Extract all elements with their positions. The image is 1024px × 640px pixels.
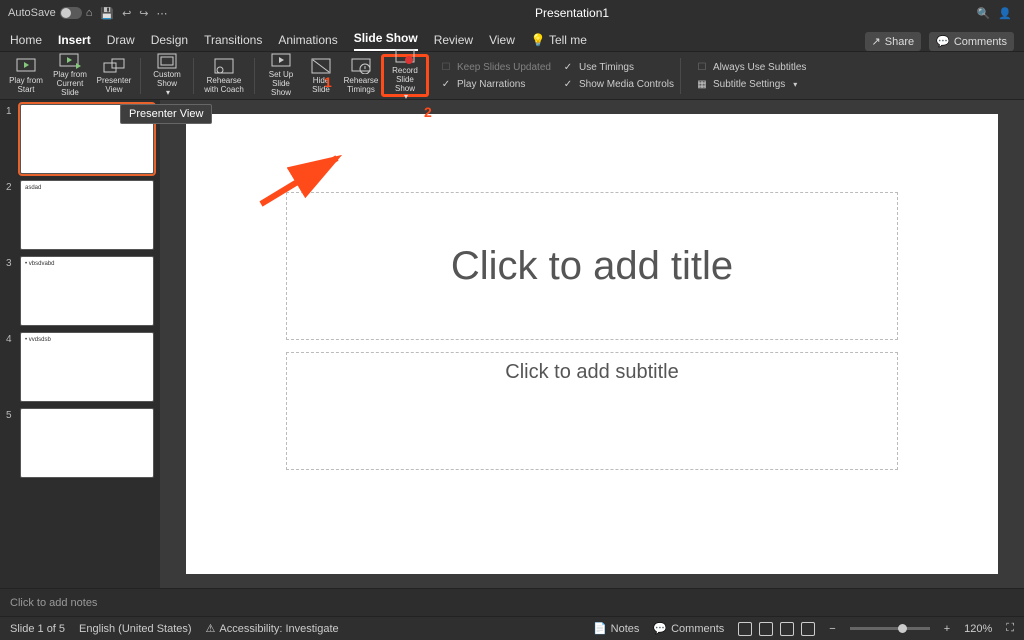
tab-design[interactable]: Design bbox=[151, 33, 188, 51]
body: 1 2 Presenter View 1 2asdad 3• vbsdvabd … bbox=[0, 100, 1024, 588]
view-icons bbox=[738, 622, 815, 636]
custom-show-icon bbox=[156, 53, 178, 69]
tab-insert[interactable]: Insert bbox=[58, 33, 91, 51]
play-from-start-button[interactable]: Play from Start bbox=[6, 54, 46, 97]
ribbon: Play from Start Play from Current Slide … bbox=[0, 52, 1024, 100]
reading-view-icon[interactable] bbox=[780, 622, 794, 636]
ribbon-tabs: Home Insert Draw Design Transitions Anim… bbox=[0, 26, 1024, 52]
keep-slides-updated-checkbox[interactable]: ☐Keep Slides Updated bbox=[441, 62, 551, 73]
slide-panel[interactable]: 1 2asdad 3• vbsdvabd 4• vvdsdsb 5 bbox=[0, 100, 160, 588]
always-use-subtitles-checkbox[interactable]: ☐Always Use Subtitles bbox=[697, 62, 806, 73]
hide-slide-button[interactable]: Hide Slide bbox=[301, 54, 341, 97]
toggle-off-icon bbox=[60, 7, 82, 19]
share-button[interactable]: ↗ Share bbox=[865, 32, 922, 51]
thumb-5[interactable]: 5 bbox=[6, 408, 154, 478]
accessibility-button[interactable]: ⚠ Accessibility: Investigate bbox=[206, 622, 339, 635]
tab-draw[interactable]: Draw bbox=[107, 33, 135, 51]
autosave-toggle[interactable]: AutoSave bbox=[8, 7, 82, 19]
titlebar: AutoSave ⌂ 💾 ↩ ↪ ⋯ Presentation1 🔍 👤 bbox=[0, 0, 1024, 26]
zoom-level[interactable]: 120% bbox=[964, 623, 992, 635]
slide[interactable]: Click to add title Click to add subtitle bbox=[186, 114, 998, 574]
sorter-view-icon[interactable] bbox=[759, 622, 773, 636]
save-icon[interactable]: 💾 bbox=[100, 7, 114, 20]
record-slideshow-button[interactable]: Record Slide Show▾ bbox=[381, 54, 429, 97]
presenter-view-button[interactable]: Presenter View bbox=[94, 54, 134, 97]
presenter-view-tooltip: Presenter View bbox=[120, 104, 212, 124]
thumb-4[interactable]: 4• vvdsdsb bbox=[6, 332, 154, 402]
notes-placeholder: Click to add notes bbox=[10, 597, 97, 609]
clock-icon bbox=[350, 57, 372, 75]
tab-animations[interactable]: Animations bbox=[278, 33, 337, 51]
tab-home[interactable]: Home bbox=[10, 33, 42, 51]
setup-icon bbox=[270, 53, 292, 69]
statusbar: Slide 1 of 5 English (United States) ⚠ A… bbox=[0, 616, 1024, 640]
zoom-in-button[interactable]: + bbox=[944, 623, 950, 635]
tab-review[interactable]: Review bbox=[434, 33, 473, 51]
undo-icon[interactable]: ↩ bbox=[122, 7, 131, 20]
home-icon[interactable]: ⌂ bbox=[86, 7, 93, 19]
play-current-icon bbox=[59, 53, 81, 69]
notes-button[interactable]: 📄 Notes bbox=[593, 622, 639, 635]
slideshow-view-icon[interactable] bbox=[801, 622, 815, 636]
window-title: Presentation1 bbox=[535, 6, 609, 20]
comments-status-button[interactable]: 💬 Comments bbox=[653, 622, 724, 635]
canvas-area: Click to add title Click to add subtitle bbox=[160, 100, 1024, 588]
subtitle-placeholder[interactable]: Click to add subtitle bbox=[286, 352, 898, 470]
play-icon bbox=[15, 57, 37, 75]
zoom-slider[interactable] bbox=[850, 627, 930, 630]
presenter-icon bbox=[103, 57, 125, 75]
tab-view[interactable]: View bbox=[489, 33, 515, 51]
rehearse-timings-button[interactable]: Rehearse Timings bbox=[341, 54, 381, 97]
thumb-2[interactable]: 2asdad bbox=[6, 180, 154, 250]
tab-transitions[interactable]: Transitions bbox=[204, 33, 262, 51]
title-placeholder[interactable]: Click to add title bbox=[286, 192, 898, 340]
play-from-current-button[interactable]: Play from Current Slide bbox=[46, 54, 94, 97]
autosave-label: AutoSave bbox=[8, 7, 56, 19]
comments-button[interactable]: 💬 Comments bbox=[929, 32, 1014, 51]
set-up-show-button[interactable]: Set Up Slide Show bbox=[261, 54, 301, 97]
normal-view-icon[interactable] bbox=[738, 622, 752, 636]
more-icon[interactable]: ⋯ bbox=[157, 7, 168, 20]
custom-show-button[interactable]: Custom Show▾ bbox=[147, 54, 187, 97]
account-icon[interactable]: 👤 bbox=[998, 7, 1012, 20]
record-icon bbox=[394, 49, 416, 65]
zoom-out-button[interactable]: − bbox=[829, 623, 835, 635]
fit-to-window-button[interactable]: ⛶ bbox=[1006, 622, 1014, 635]
language-button[interactable]: English (United States) bbox=[79, 623, 192, 635]
rehearse-coach-button[interactable]: Rehearse with Coach bbox=[200, 54, 248, 97]
slide-count[interactable]: Slide 1 of 5 bbox=[10, 623, 65, 635]
thumb-3[interactable]: 3• vbsdvabd bbox=[6, 256, 154, 326]
hide-icon bbox=[310, 57, 332, 75]
redo-icon[interactable]: ↪ bbox=[139, 7, 148, 20]
tab-tellme[interactable]: 💡 Tell me bbox=[531, 33, 587, 51]
play-narrations-checkbox[interactable]: ✓Play Narrations bbox=[441, 79, 551, 90]
slide-stage[interactable]: Click to add title Click to add subtitle bbox=[160, 100, 1024, 588]
use-timings-checkbox[interactable]: ✓Use Timings bbox=[563, 62, 674, 73]
notes-bar[interactable]: Click to add notes bbox=[0, 588, 1024, 616]
search-icon[interactable]: 🔍 bbox=[977, 7, 991, 20]
coach-icon bbox=[213, 57, 235, 75]
show-media-controls-checkbox[interactable]: ✓Show Media Controls bbox=[563, 79, 674, 90]
subtitle-settings-button[interactable]: ▦Subtitle Settings ▾ bbox=[697, 79, 806, 90]
